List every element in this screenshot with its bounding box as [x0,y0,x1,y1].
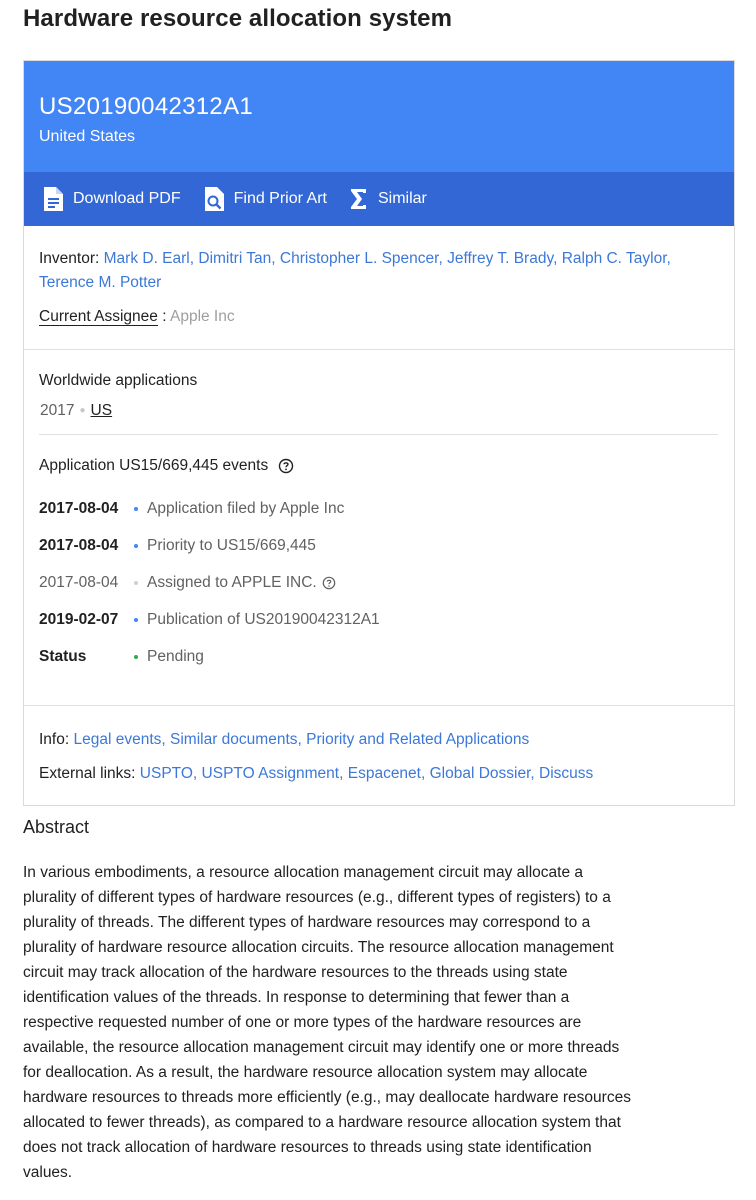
event-date: 2017-08-04 [39,499,119,517]
help-circle-icon[interactable] [322,576,336,590]
external-link-uspto[interactable]: USPTO [140,765,193,782]
inventor-link[interactable]: Mark D. Earl [104,250,190,267]
abstract-heading: Abstract [23,817,90,837]
inventor-link[interactable]: Ralph C. Taylor [562,250,667,267]
document-icon [44,187,63,211]
inventor-link[interactable]: Terence M. Potter [39,274,161,291]
external-link-uspto-assignment[interactable]: USPTO Assignment [202,765,340,782]
inventor-label: Inventor: [39,250,100,267]
worldwide-row: 2017 ● US [39,402,718,435]
assignee-value: Apple Inc [169,308,235,325]
inventor-link[interactable]: Christopher L. Spencer [280,250,439,267]
inventor-link[interactable]: Jeffrey T. Brady [447,250,553,267]
worldwide-year: 2017 [40,402,75,419]
event-text: Priority to US15/669,445 [147,536,316,554]
external-link-espacenet[interactable]: Espacenet [348,765,421,782]
status-dot [134,654,138,659]
similar-button[interactable]: Similar [349,187,427,211]
help-circle-icon[interactable] [278,458,294,474]
similar-label: Similar [377,190,427,207]
info-section: Info: Legal events, Similar documents, P… [24,706,734,786]
event-row: 2017-08-04 Assigned to APPLE INC. [39,564,719,601]
assignee-label[interactable]: Current Assignee [39,308,158,326]
external-links-line: External links: USPTO, USPTO Assignment,… [39,765,594,782]
info-link-legal-events[interactable]: Legal events [73,731,161,748]
event-date: 2017-08-04 [39,573,119,591]
worldwide-country-link[interactable]: US [91,402,113,419]
patent-toolbar: Download PDF Find Prior Art Similar [24,172,734,226]
external-link-global-dossier[interactable]: Global Dossier [430,765,531,782]
download-pdf-button[interactable]: Download PDF [42,186,181,212]
event-dot [134,543,138,548]
event-date: 2017-08-04 [39,536,119,554]
info-label: Info: [39,731,70,748]
event-row: 2017-08-04 Application filed by Apple In… [39,490,719,527]
event-row: Status Pending [39,638,719,675]
applications-section: Worldwide applications 2017 ● US Applicati… [24,350,734,706]
people-section: Inventor: Mark D. Earl, Dimitri Tan, Chr… [24,226,734,350]
event-row: 2019-02-07 Publication of US20190042312A… [39,601,719,638]
find-prior-art-label: Find Prior Art [233,190,327,207]
page-title: Hardware resource allocation system [23,5,453,32]
assignee-line: Current Assignee : Apple Inc [39,308,235,326]
patent-header: US20190042312A1 United States [24,61,734,172]
event-row: 2017-08-04 Priority to US15/669,445 [39,527,719,564]
find-prior-art-button[interactable]: Find Prior Art [203,186,327,212]
inventor-link[interactable]: Dimitri Tan [198,250,271,267]
info-link-similar-documents[interactable]: Similar documents [170,731,298,748]
info-link-priority[interactable]: Priority and Related Applications [306,731,529,748]
event-text: Application filed by Apple Inc [147,499,345,517]
event-text: Assigned to APPLE INC. [147,574,336,592]
status-label: Status [39,647,87,665]
patent-card: US20190042312A1 United States Download P… [23,60,735,806]
publication-number: US20190042312A1 [39,93,254,120]
events-title: Application US15/669,445 events [39,457,719,475]
info-line: Info: Legal events, Similar documents, P… [39,731,530,748]
external-links-label: External links: [39,765,136,782]
download-pdf-label: Download PDF [73,190,181,207]
events-list: 2017-08-04 Application filed by Apple In… [39,490,719,675]
event-dot [134,617,138,622]
publication-country: United States [39,128,136,145]
event-dot [134,506,138,511]
status-value: Pending [147,647,204,665]
external-link-discuss[interactable]: Discuss [539,765,593,782]
magnifier-document-icon [204,187,224,211]
event-text: Publication of US20190042312A1 [147,610,380,628]
inventor-line: Inventor: Mark D. Earl, Dimitri Tan, Chr… [39,250,671,291]
sigma-icon [350,189,366,209]
event-date: 2019-02-07 [39,610,119,628]
worldwide-title: Worldwide applications [39,372,198,389]
abstract-text: In various embodiments, a resource alloc… [23,864,631,1181]
event-dot [134,580,138,585]
